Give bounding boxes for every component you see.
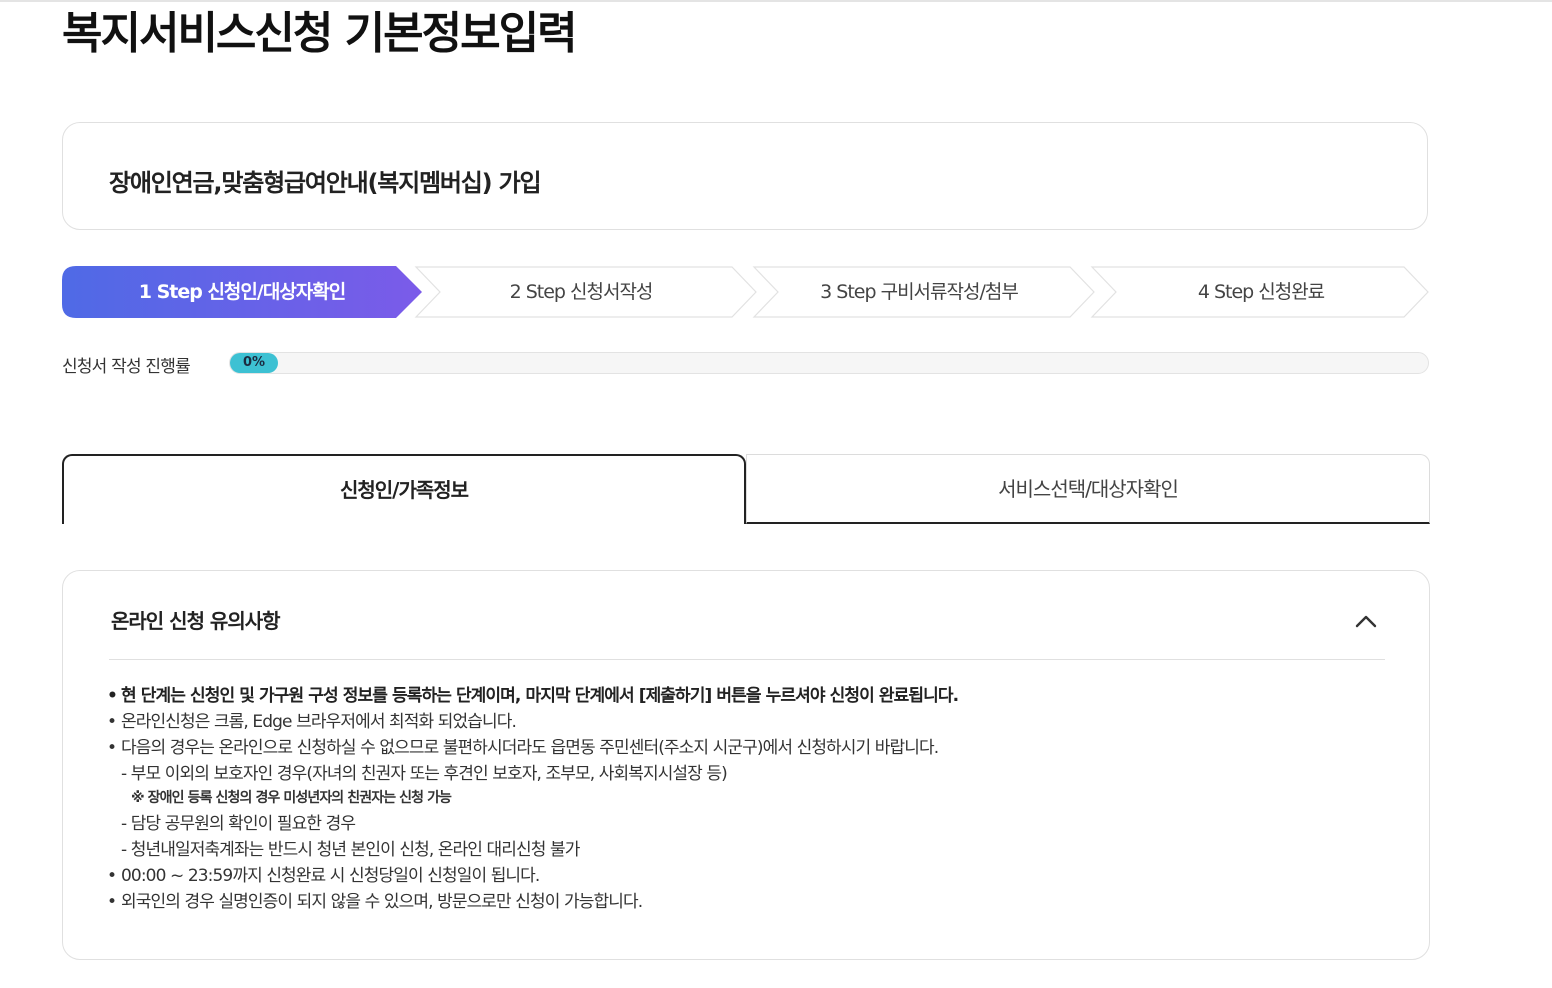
- notice-line-text: 현 단계는 신청인 및 가구원 구성 정보를 등록하는 단계이며, 마지막 단계…: [121, 686, 959, 706]
- notice-line-text: ※ 장애인 등록 신청의 경우 미성년자의 친권자는 신청 가능: [131, 790, 452, 806]
- step-1-label: 1 Step 신청인/대상자확인: [138, 281, 346, 303]
- service-name-box: 장애인연금,맞춤형급여안내(복지멤버십) 가입: [62, 122, 1428, 230]
- progress-value: 0%: [242, 355, 266, 370]
- notice-line: • 다음의 경우는 온라인으로 신청하실 수 없으므로 불편하시더라도 읍면동 주…: [107, 735, 1397, 761]
- chevron-up-icon[interactable]: [1349, 609, 1383, 633]
- notice-line: • 온라인신청은 크롬, Edge 브라우저에서 최적화 되었습니다.: [107, 709, 1397, 735]
- notice-subline: - 담당 공무원의 확인이 필요한 경우: [107, 811, 1397, 837]
- step-2: 2 Step 신청서작성: [396, 266, 760, 318]
- notice-list: • 현 단계는 신청인 및 가구원 구성 정보를 등록하는 단계이며, 마지막 단…: [107, 683, 1397, 915]
- bullet: •: [107, 866, 117, 886]
- step-3: 3 Step 구비서류작성/첨부: [734, 266, 1098, 318]
- notice-line-text: - 부모 이외의 보호자인 경우(자녀의 친권자 또는 후견인 보호자, 조부모…: [121, 764, 728, 784]
- notice-line: • 외국인의 경우 실명인증이 되지 않을 수 있으며, 방문으로만 신청이 가능…: [107, 889, 1397, 915]
- notice-note: ※ 장애인 등록 신청의 경우 미성년자의 친권자는 신청 가능: [107, 787, 1397, 811]
- notice-line-text: 외국인의 경우 실명인증이 되지 않을 수 있으며, 방문으로만 신청이 가능합…: [121, 892, 643, 912]
- step-indicator: 4 Step 신청완료 3 Step 구비서류작성/첨부 2 Step 신청서작…: [62, 266, 1430, 318]
- notice-line-text: 온라인신청은 크롬, Edge 브라우저에서 최적화 되었습니다.: [121, 712, 517, 732]
- notice-subline: - 청년내일저축계좌는 반드시 청년 본인이 신청, 온라인 대리신청 불가: [107, 837, 1397, 863]
- step-4: 4 Step 신청완료: [1072, 266, 1430, 318]
- notice-line: • 현 단계는 신청인 및 가구원 구성 정보를 등록하는 단계이며, 마지막 단…: [107, 683, 1397, 709]
- notice-line-text: - 담당 공무원의 확인이 필요한 경우: [121, 814, 356, 834]
- notice-line-text: 다음의 경우는 온라인으로 신청하실 수 없으므로 불편하시더라도 읍면동 주민…: [121, 738, 939, 758]
- page-title: 복지서비스신청 기본정보입력: [62, 8, 578, 59]
- bullet: •: [107, 712, 117, 732]
- tab-service-selection[interactable]: 서비스선택/대상자확인: [746, 454, 1430, 524]
- top-border: [0, 0, 1552, 2]
- progress-bar: 0%: [229, 352, 1429, 374]
- bullet: •: [107, 686, 118, 706]
- step-4-label: 4 Step 신청완료: [1197, 281, 1325, 303]
- online-notice-panel: 온라인 신청 유의사항 • 현 단계는 신청인 및 가구원 구성 정보를 등록하는…: [62, 570, 1430, 960]
- tab-applicant-family-info[interactable]: 신청인/가족정보: [62, 454, 746, 524]
- notice-divider: [109, 659, 1385, 660]
- progress-label: 신청서 작성 진행률: [62, 357, 191, 377]
- notice-title: 온라인 신청 유의사항: [111, 609, 281, 633]
- step-2-label: 2 Step 신청서작성: [509, 281, 654, 303]
- service-name: 장애인연금,맞춤형급여안내(복지멤버십) 가입: [109, 169, 542, 197]
- step-3-label: 3 Step 구비서류작성/첨부: [820, 281, 1019, 303]
- bullet: •: [107, 892, 117, 912]
- notice-line-text: 00:00 ~ 23:59까지 신청완료 시 신청당일이 신청일이 됩니다.: [121, 866, 540, 886]
- notice-line-text: - 청년내일저축계좌는 반드시 청년 본인이 신청, 온라인 대리신청 불가: [121, 840, 580, 860]
- notice-subline: - 부모 이외의 보호자인 경우(자녀의 친권자 또는 후견인 보호자, 조부모…: [107, 761, 1397, 787]
- step-1: 1 Step 신청인/대상자확인: [62, 266, 424, 318]
- notice-line: • 00:00 ~ 23:59까지 신청완료 시 신청당일이 신청일이 됩니다.: [107, 863, 1397, 889]
- bullet: •: [107, 738, 117, 758]
